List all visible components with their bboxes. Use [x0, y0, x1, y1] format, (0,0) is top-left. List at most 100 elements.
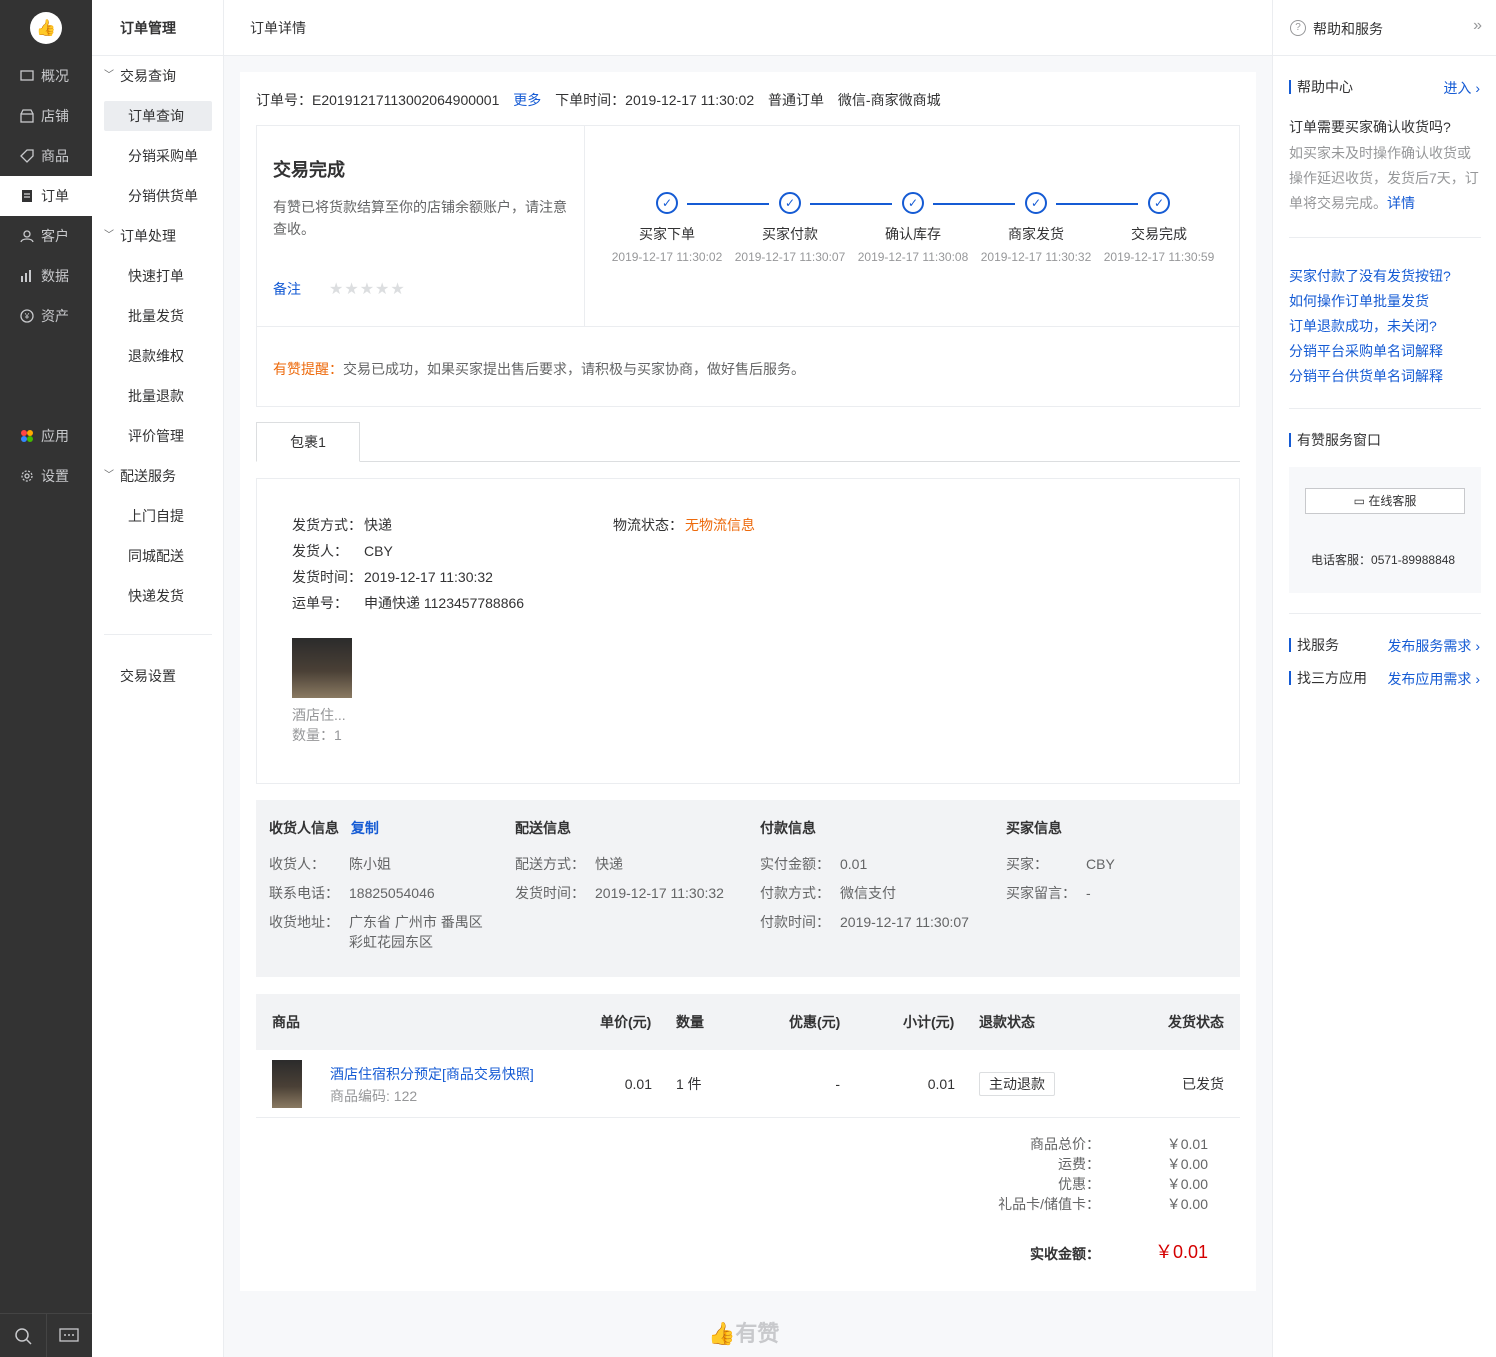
label: 实收金额： — [1030, 1246, 1100, 1262]
package-panel: 发货方式： 快递 发货人： CBY 发货时间： 2019-12-17 11:30:32… — [256, 478, 1240, 784]
search-icon[interactable] — [0, 1314, 46, 1357]
nav-item-customer[interactable]: 客户 — [0, 216, 92, 256]
more-link[interactable]: 更多 — [513, 92, 541, 108]
step-label: 交易完成 — [1131, 226, 1187, 242]
help-link[interactable]: 订单退款成功，未关闭? — [1289, 316, 1437, 336]
nav-item-overview[interactable]: 概况 — [0, 56, 92, 96]
nav-label: 店铺 — [41, 108, 69, 124]
publish-app-link[interactable]: 发布应用需求 › — [1387, 669, 1480, 689]
tip-label: 有赞提醒： — [273, 361, 343, 377]
group-delivery[interactable]: ﹀ 配送服务 — [104, 461, 176, 491]
buyer-title: 买家信息 — [1006, 820, 1062, 836]
find-app-title: 找三方应用 — [1289, 671, 1367, 685]
help-link[interactable]: 分销平台采购单名词解释 — [1289, 341, 1443, 361]
online-service-button[interactable]: ▭ 在线客服 — [1305, 488, 1465, 514]
delivery-title: 配送信息 — [515, 820, 571, 836]
nav-item-settings[interactable]: 设置 — [0, 456, 92, 496]
total-row: 礼品卡/储值卡： ￥0.00 — [840, 1194, 1208, 1214]
label: 实付金额： — [760, 856, 830, 872]
total-row: 商品总价： ￥0.01 — [840, 1134, 1208, 1154]
star-rating[interactable]: ★★★★★ — [329, 279, 406, 299]
step-time: 2019-12-17 11:30:32 — [980, 250, 1092, 264]
nav-item-goods[interactable]: 商品 — [0, 136, 92, 176]
nav-label: 客户 — [41, 228, 69, 244]
thumb-up-icon: 👍 — [36, 20, 56, 37]
brand-text: 有赞 — [735, 1321, 780, 1346]
check-icon: ✓ — [779, 192, 801, 214]
value: 2019-12-17 11:30:07 — [840, 914, 969, 930]
sub-review-manage[interactable]: 评价管理 — [104, 421, 212, 451]
value: 无物流信息 — [685, 517, 755, 533]
sub-express-ship[interactable]: 快递发货 — [104, 581, 212, 611]
total-row: 优惠： ￥0.00 — [840, 1174, 1208, 1194]
help-panel: ? 帮助和服务 » 帮助中心 进入 › 订单需要买家确认收货吗? 如买家未及时操… — [1272, 0, 1496, 1357]
sub-self-pickup[interactable]: 上门自提 — [104, 501, 212, 531]
product-title-link[interactable]: 酒店住宿积分预定[商品交易快照] — [330, 1064, 534, 1084]
svg-text:¥: ¥ — [24, 312, 30, 321]
faq-answer: 如买家未及时操作确认收货或操作延迟收货，发货后7天，订单将交易完成。详情 — [1289, 141, 1481, 216]
value: 2019-12-17 11:30:32 — [595, 885, 724, 901]
nav-label: 订单 — [41, 188, 69, 204]
thumb-up-icon: 👍 — [708, 1321, 736, 1346]
value: 2019-12-17 11:30:32 — [364, 569, 493, 585]
group-order-process[interactable]: ﹀ 订单处理 — [104, 221, 176, 251]
sub-batch-refund[interactable]: 批量退款 — [104, 381, 212, 411]
col-header: 发货状态 — [1168, 1014, 1224, 1030]
product-image[interactable] — [272, 1060, 302, 1108]
tab-package-1[interactable]: 包裹1 — [256, 422, 360, 462]
order-number: E20191217113002064900001 — [312, 92, 500, 108]
value: 彩虹花园东区 — [349, 934, 433, 950]
nav-label: 应用 — [41, 428, 69, 444]
sub-local-delivery[interactable]: 同城配送 — [104, 541, 212, 571]
ship-time-row: 发货时间： 2019-12-17 11:30:32 — [292, 567, 493, 587]
label: 礼品卡/储值卡： — [998, 1196, 1100, 1212]
order-detail-card: 订单号：E20191217113002064900001 更多 下单时间：201… — [240, 72, 1256, 1291]
chart-icon — [19, 268, 35, 284]
remark-link[interactable]: 备注 — [273, 279, 301, 299]
publish-service-link[interactable]: 发布服务需求 › — [1387, 636, 1480, 656]
help-link[interactable]: 买家付款了没有发货按钮? — [1289, 266, 1451, 286]
col-header: 数量 — [676, 1014, 704, 1030]
product-thumbnail[interactable] — [292, 638, 352, 698]
page-title: 订单详情 — [224, 0, 1272, 56]
chevron-down-icon: ﹀ — [104, 230, 114, 241]
apps-icon — [19, 428, 35, 444]
sub-batch-ship[interactable]: 批量发货 — [104, 301, 212, 331]
buyer-info: 买家信息 买家： CBY 买家留言： - — [1006, 818, 1236, 912]
label: 买家留言： — [1006, 885, 1076, 901]
group-trade-query[interactable]: ﹀ 交易查询 — [104, 61, 176, 91]
help-link[interactable]: 如何操作订单批量发货 — [1289, 291, 1429, 311]
sub-order-query[interactable]: 订单查询 — [104, 101, 212, 131]
trade-settings[interactable]: 交易设置 — [104, 661, 176, 691]
nav-item-assets[interactable]: ¥ 资产 — [0, 296, 92, 336]
active-refund-button[interactable]: 主动退款 — [979, 1072, 1055, 1096]
faq-detail-link[interactable]: 详情 — [1387, 195, 1415, 211]
delivery-info: 配送信息 配送方式： 快递 发货时间： 2019-12-17 11:30:32 — [515, 818, 745, 912]
help-link[interactable]: 分销平台供货单名词解释 — [1289, 366, 1443, 386]
youzan-logo[interactable]: 👍 — [30, 12, 62, 44]
sub-distribution-purchase[interactable]: 分销采购单 — [104, 141, 212, 171]
step-label: 确认库存 — [885, 226, 941, 242]
check-icon: ✓ — [1148, 192, 1170, 214]
nav-item-data[interactable]: 数据 — [0, 256, 92, 296]
check-icon: ✓ — [656, 192, 678, 214]
sub-quick-print[interactable]: 快速打单 — [104, 261, 212, 291]
nav-item-store[interactable]: 店铺 — [0, 96, 92, 136]
enter-link[interactable]: 进入 › — [1443, 78, 1480, 98]
group-label: 配送服务 — [120, 468, 176, 484]
value: - — [1086, 885, 1091, 901]
secondary-nav-title: 订单管理 — [92, 0, 223, 56]
sub-distribution-supply[interactable]: 分销供货单 — [104, 181, 212, 211]
nav-item-order[interactable]: 订单 — [0, 176, 92, 216]
value: 微信支付 — [840, 885, 896, 901]
message-icon[interactable] — [45, 1314, 93, 1357]
totals: 商品总价： ￥0.01 运费： ￥0.00 优惠： ￥0.00 礼品卡/储值卡： ￥0.… — [840, 1134, 1208, 1262]
sub-refund-rights[interactable]: 退款维权 — [104, 341, 212, 371]
user-icon — [19, 228, 35, 244]
col-header: 退款状态 — [979, 1014, 1035, 1030]
faq-answer-text: 如买家未及时操作确认收货或操作延迟收货，发货后7天，订单将交易完成。 — [1289, 145, 1479, 211]
nav-item-apps[interactable]: 应用 — [0, 416, 92, 456]
collapse-icon[interactable]: » — [1473, 17, 1482, 35]
nav-label: 概况 — [41, 68, 69, 84]
copy-link[interactable]: 复制 — [351, 820, 379, 836]
